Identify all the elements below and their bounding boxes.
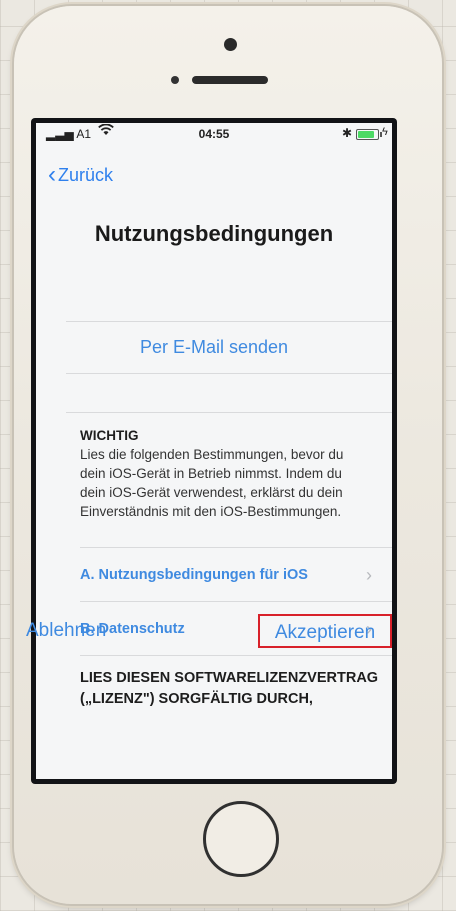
- divider: [80, 601, 392, 602]
- accept-button[interactable]: Akzeptieren: [258, 614, 392, 648]
- proximity-sensor: [171, 76, 179, 84]
- bottom-action-bar: [36, 731, 392, 779]
- chevron-left-icon: ‹: [48, 161, 56, 188]
- front-camera: [224, 38, 237, 51]
- important-notice: WICHTIG Lies die folgenden Bestimmungen,…: [80, 426, 370, 521]
- battery-icon: [356, 129, 382, 140]
- page-title: Nutzungsbedingungen: [94, 221, 334, 246]
- bluetooth-icon: ✱: [342, 126, 353, 140]
- link-terms-ios[interactable]: A. Nutzungsbedingungen für iOS ›: [80, 555, 380, 595]
- back-button[interactable]: ‹ Zurück: [48, 163, 113, 187]
- home-button[interactable]: [203, 801, 279, 877]
- screen: ▂▃▅ A1 04:55 ✱ ϟ ‹ Zurück Nutzungsbeding…: [36, 123, 392, 779]
- divider: [80, 547, 392, 548]
- important-heading: WICHTIG: [80, 428, 139, 443]
- divider: [80, 655, 392, 656]
- charging-icon: ϟ: [382, 126, 388, 138]
- back-label: Zurück: [58, 164, 114, 185]
- decline-button[interactable]: Ablehnen: [26, 620, 106, 642]
- important-body: Lies die folgenden Bestimmungen, bevor d…: [80, 447, 344, 519]
- divider: [66, 412, 392, 413]
- link-terms-ios-label: A. Nutzungsbedingungen für iOS: [80, 567, 308, 583]
- divider: [66, 373, 392, 374]
- divider: [66, 321, 392, 322]
- email-send-link[interactable]: Per E-Mail senden: [36, 337, 392, 358]
- license-text: LIES DIESEN SOFTWARELIZENZVERTRAG („LIZE…: [80, 670, 379, 707]
- clock: 04:55: [198, 127, 230, 141]
- earpiece-speaker: [192, 76, 268, 84]
- status-bar: ▂▃▅ A1 04:55 ✱ ϟ: [36, 123, 392, 143]
- chevron-right-icon: ›: [366, 564, 372, 585]
- battery-fill: [358, 131, 374, 138]
